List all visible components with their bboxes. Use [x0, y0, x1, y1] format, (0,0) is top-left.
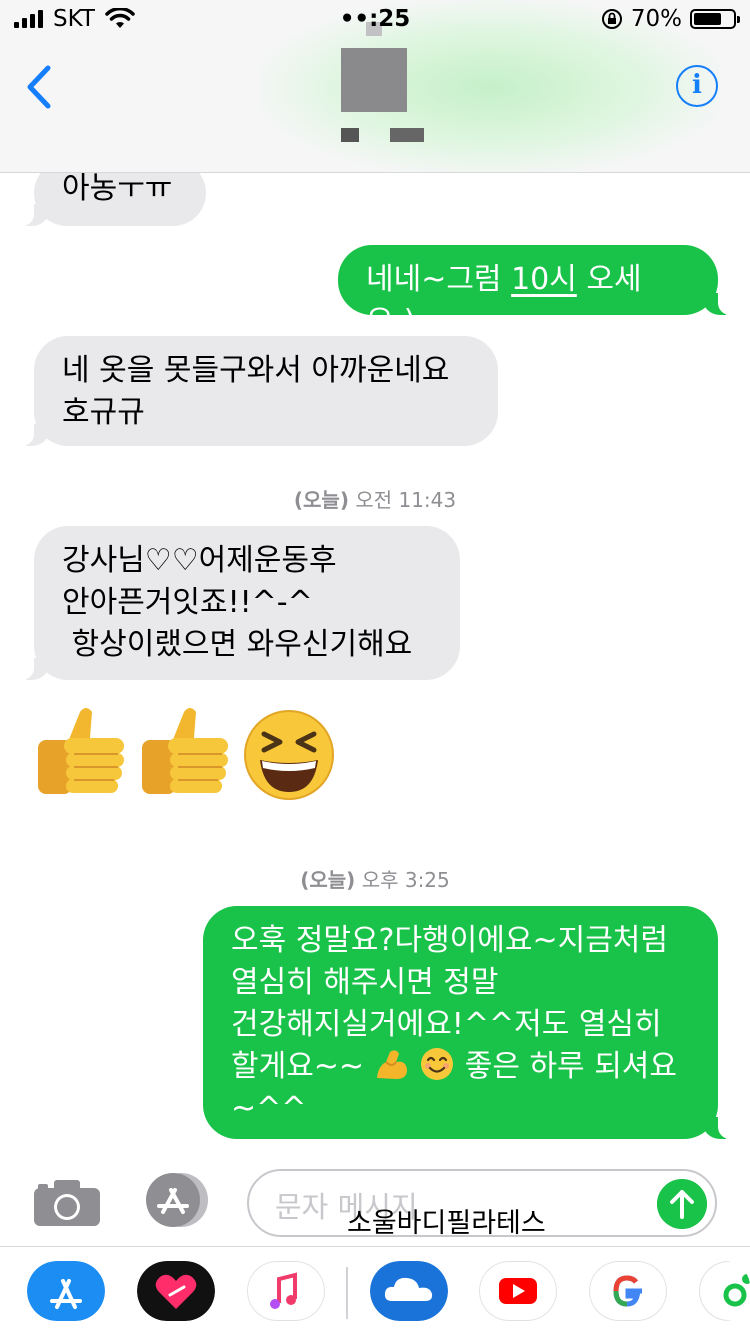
- message-text-line: 건강해지실거에요!^^저도 열심히: [231, 1004, 690, 1046]
- battery-icon: [690, 9, 736, 29]
- status-bar: SKT ••:25 70%: [0, 0, 750, 40]
- message-text-line: ~^^: [231, 1088, 690, 1130]
- message-input-text: 소울바디필라테스: [347, 1201, 546, 1240]
- more-app-icon[interactable]: [699, 1261, 750, 1321]
- orientation-lock-icon: [601, 8, 623, 30]
- message-text-line: 열심히 해주시면 정말: [231, 962, 690, 1004]
- message-input[interactable]: 문자 메시지 소울바디필라테스: [247, 1169, 717, 1237]
- timestamp-time: 오후 3:25: [362, 868, 450, 892]
- google-icon[interactable]: [589, 1261, 667, 1321]
- message-bubble-outgoing[interactable]: 네네~그럼 10시 오세요:): [338, 245, 718, 315]
- message-bubble-outgoing[interactable]: 오훅 정말요?다행이에요~지금처럼 열심히 해주시면 정말 건강해지실거에요!^…: [203, 906, 718, 1139]
- camera-icon[interactable]: [34, 1180, 100, 1226]
- message-text-line: 네네~그럼 10시 오세요:): [366, 262, 642, 339]
- chevron-left-icon[interactable]: [20, 62, 60, 112]
- smiling-face-icon: [419, 1046, 455, 1082]
- icloud-icon[interactable]: [370, 1261, 448, 1321]
- battery-percent: 70%: [631, 6, 682, 32]
- send-arrow-icon[interactable]: [657, 1179, 707, 1229]
- youtube-icon[interactable]: [479, 1261, 557, 1321]
- message-text-line: 안아픈거잇죠!!^-^: [62, 582, 432, 624]
- timestamp: (오늘) 오전 11:43: [0, 484, 750, 513]
- info-icon[interactable]: i: [676, 65, 718, 107]
- battery-fill: [694, 13, 721, 25]
- contact-name-blurred: [341, 128, 359, 142]
- message-link[interactable]: 10시: [511, 262, 577, 297]
- app-store-icon[interactable]: [141, 1172, 211, 1228]
- thumbs-up-icon[interactable]: [34, 702, 130, 798]
- message-text-line: 항상이랬으면 와우신기해요: [62, 624, 432, 666]
- music-icon[interactable]: [247, 1261, 325, 1321]
- drawer-divider: [346, 1267, 348, 1319]
- message-text: 할게요~~: [231, 1049, 364, 1084]
- app-drawer: [0, 1246, 750, 1335]
- message-text-line: 할게요~~ 좋은 하루 되셔요: [231, 1046, 690, 1088]
- message-text-line: 호규규: [62, 392, 470, 434]
- timestamp-day: (오늘): [294, 488, 349, 512]
- digital-touch-icon[interactable]: [137, 1261, 215, 1321]
- message-bubble-incoming[interactable]: 네 옷을 못들구와서 아까운네요 호규규: [34, 336, 498, 446]
- app-store-icon[interactable]: [27, 1261, 105, 1321]
- timestamp-time: 오전 11:43: [355, 488, 456, 512]
- flexed-biceps-icon: [374, 1048, 410, 1082]
- message-text-line: 강사님♡♡어제운동후: [62, 526, 432, 582]
- message-text-line: 네 옷을 못들구와서 아까운네요: [62, 336, 470, 392]
- contact-name-blurred: [390, 128, 424, 142]
- message-bubble-incoming[interactable]: 강사님♡♡어제운동후 안아픈거잇죠!!^-^ 항상이랬으면 와우신기해요: [34, 526, 460, 680]
- contact-avatar[interactable]: [341, 48, 407, 112]
- timestamp: (오늘) 오후 3:25: [0, 864, 750, 893]
- thumbs-up-icon[interactable]: [138, 702, 234, 798]
- message-text: 네네~그럼 10시 오세요:): [366, 245, 690, 343]
- grinning-squinting-face-icon[interactable]: [242, 708, 336, 802]
- timestamp-day: (오늘): [300, 868, 355, 892]
- message-text: 좋은 하루 되셔요: [465, 1049, 677, 1084]
- message-text-line: 오훅 정말요?다행이에요~지금처럼: [231, 906, 690, 962]
